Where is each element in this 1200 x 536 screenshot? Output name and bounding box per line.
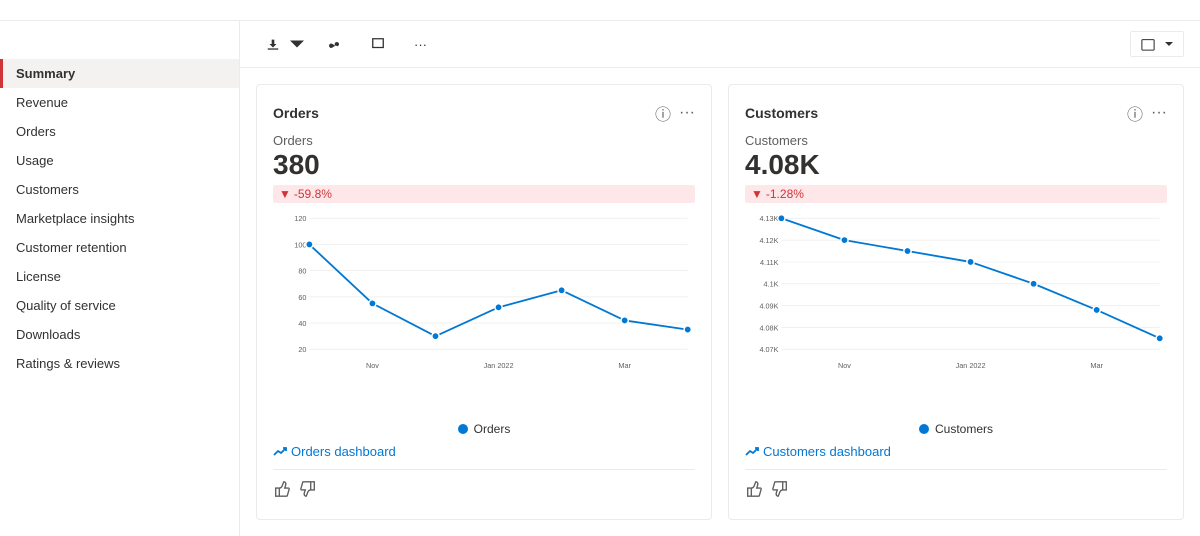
line-chart: 4.13K 4.12K 4.11K 4.1K 4.09K 4.08K 4.07K Nov Ja…	[745, 211, 1167, 371]
card-footer: Customers dashboard	[745, 444, 1167, 503]
svg-text:Jan 2022: Jan 2022	[956, 361, 986, 370]
card-footer: Orders dashboard	[273, 444, 695, 503]
sidebar-item-customers[interactable]: Customers	[0, 175, 239, 204]
info-button[interactable]: ⓘ	[655, 101, 671, 125]
card-header-actions: ⓘ ···	[1127, 101, 1167, 125]
download-button[interactable]	[256, 32, 314, 56]
card-footer-actions	[745, 469, 1167, 503]
svg-text:4.12K: 4.12K	[759, 236, 778, 245]
metric-change: ▼ -59.8%	[273, 185, 695, 203]
change-arrow-icon: ▼	[751, 187, 763, 201]
chart-legend: Orders	[273, 422, 695, 436]
svg-text:Nov: Nov	[366, 361, 379, 370]
thumbs-down-button[interactable]	[299, 480, 317, 503]
sidebar-item-quality-of-service[interactable]: Quality of service	[0, 291, 239, 320]
sidebar-item-usage[interactable]: Usage	[0, 146, 239, 175]
svg-text:4.08K: 4.08K	[759, 323, 778, 332]
content-area: ··· Orders ⓘ ··· Orders 380 ▼ -	[240, 21, 1200, 536]
metric-change: ▼ -1.28%	[745, 185, 1167, 203]
date-chevron-icon	[1165, 40, 1173, 48]
chart-area: 4.13K 4.12K 4.11K 4.1K 4.09K 4.08K 4.07K Nov Ja…	[745, 211, 1167, 418]
chart-area: 120 100 80 60 40 20 Nov Jan 2022 Mar	[273, 211, 695, 418]
svg-text:20: 20	[298, 345, 306, 354]
svg-text:60: 60	[298, 293, 306, 302]
sidebar-item-revenue[interactable]: Revenue	[0, 88, 239, 117]
sidebar-section-label	[0, 45, 239, 59]
svg-text:Nov: Nov	[838, 361, 851, 370]
whats-new-button[interactable]	[361, 32, 400, 56]
sidebar: SummaryRevenueOrdersUsageCustomersMarket…	[0, 21, 240, 536]
card-more-button[interactable]: ···	[1151, 104, 1167, 122]
trend-icon	[273, 445, 287, 459]
dashboard-grid: Orders ⓘ ··· Orders 380 ▼ -59.8% 120 100 8…	[240, 68, 1200, 536]
sidebar-item-ratings-reviews[interactable]: Ratings & reviews	[0, 349, 239, 378]
calendar-icon	[1141, 37, 1155, 51]
thumbs-down-icon	[771, 480, 789, 498]
metric-label: Customers	[745, 133, 1167, 148]
card-title: Customers	[745, 105, 818, 121]
metric-value: 380	[273, 150, 695, 181]
svg-text:Mar: Mar	[1090, 361, 1103, 370]
ellipsis-icon: ···	[414, 37, 427, 52]
card-title: Orders	[273, 105, 319, 121]
thumbs-up-icon	[745, 480, 763, 498]
svg-text:80: 80	[298, 266, 306, 275]
sidebar-item-license[interactable]: License	[0, 262, 239, 291]
thumbs-up-button[interactable]	[273, 480, 291, 503]
card-header-actions: ⓘ ···	[655, 101, 695, 125]
legend-label: Customers	[935, 422, 993, 436]
legend-dot	[919, 424, 929, 434]
share-button[interactable]	[318, 32, 357, 56]
thumbs-down-icon	[299, 480, 317, 498]
change-value: -1.28%	[766, 187, 804, 201]
svg-text:4.11K: 4.11K	[760, 258, 779, 267]
change-arrow-icon: ▼	[279, 187, 291, 201]
whats-new-icon	[371, 37, 385, 51]
dashboard-link[interactable]: Customers dashboard	[745, 444, 1167, 459]
metric-value: 4.08K	[745, 150, 1167, 181]
sidebar-item-customer-retention[interactable]: Customer retention	[0, 233, 239, 262]
sidebar-item-orders[interactable]: Orders	[0, 117, 239, 146]
download-icon	[266, 37, 280, 51]
svg-text:4.09K: 4.09K	[759, 301, 778, 310]
card-customers: Customers ⓘ ··· Customers 4.08K ▼ -1.28%…	[728, 84, 1184, 520]
change-value: -59.8%	[294, 187, 332, 201]
svg-text:40: 40	[298, 319, 306, 328]
svg-text:4.07K: 4.07K	[759, 345, 778, 354]
legend-label: Orders	[474, 422, 511, 436]
sidebar-item-marketplace-insights[interactable]: Marketplace insights	[0, 204, 239, 233]
svg-text:100: 100	[294, 240, 306, 249]
card-more-button[interactable]: ···	[679, 104, 695, 122]
thumbs-up-button[interactable]	[745, 480, 763, 503]
breadcrumb	[0, 0, 1200, 21]
chevron-down-icon	[290, 37, 304, 51]
svg-text:Mar: Mar	[618, 361, 631, 370]
svg-text:120: 120	[294, 214, 306, 223]
sidebar-item-overview[interactable]	[0, 33, 239, 45]
date-filter[interactable]	[1130, 31, 1184, 57]
chart-legend: Customers	[745, 422, 1167, 436]
more-options-button[interactable]: ···	[404, 32, 437, 57]
card-footer-actions	[273, 469, 695, 503]
thumbs-down-button[interactable]	[771, 480, 789, 503]
legend-dot	[458, 424, 468, 434]
card-header: Customers ⓘ ···	[745, 101, 1167, 125]
svg-text:4.1K: 4.1K	[764, 279, 779, 288]
metric-label: Orders	[273, 133, 695, 148]
share-icon	[328, 37, 342, 51]
toolbar: ···	[240, 21, 1200, 68]
svg-text:4.13K: 4.13K	[759, 214, 778, 223]
line-chart: 120 100 80 60 40 20 Nov Jan 2022 Mar	[273, 211, 695, 371]
card-orders: Orders ⓘ ··· Orders 380 ▼ -59.8% 120 100 8…	[256, 84, 712, 520]
thumbs-up-icon	[273, 480, 291, 498]
sidebar-item-downloads[interactable]: Downloads	[0, 320, 239, 349]
dashboard-link[interactable]: Orders dashboard	[273, 444, 695, 459]
info-button[interactable]: ⓘ	[1127, 101, 1143, 125]
svg-text:Jan 2022: Jan 2022	[484, 361, 514, 370]
sidebar-item-summary[interactable]: Summary	[0, 59, 239, 88]
card-header: Orders ⓘ ···	[273, 101, 695, 125]
trend-icon	[745, 445, 759, 459]
